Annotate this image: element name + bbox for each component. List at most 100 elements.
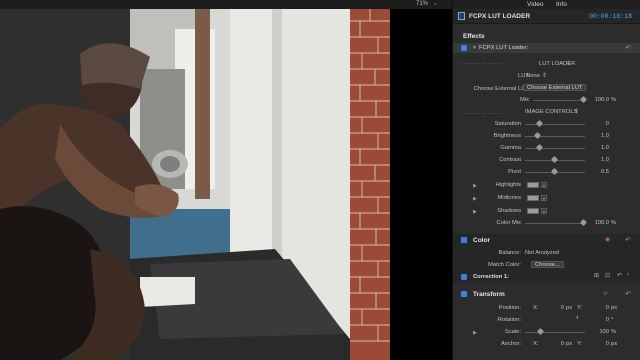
film-icon bbox=[458, 12, 465, 20]
midtones-color-swatch[interactable] bbox=[527, 195, 539, 201]
lut-select[interactable]: None bbox=[526, 73, 540, 79]
zoom-level[interactable]: 71% bbox=[416, 1, 428, 7]
midtones-label: Midtones bbox=[497, 195, 521, 201]
divider bbox=[461, 113, 501, 114]
position-y-value[interactable]: 0 bbox=[593, 305, 609, 311]
balance-value: Not Analyzed bbox=[525, 250, 560, 256]
gamma-thumb[interactable] bbox=[535, 143, 544, 152]
rotation-value[interactable]: 0 bbox=[593, 317, 609, 323]
color-mix-value[interactable]: 100.0 bbox=[589, 220, 609, 226]
mix-value[interactable]: 100.0 bbox=[589, 97, 609, 103]
balance-label: Balance: bbox=[498, 250, 521, 256]
onscreen-controls-icon[interactable]: ⊹ bbox=[603, 290, 608, 297]
contrast-label: Contrast bbox=[499, 157, 521, 163]
position-y-unit: px bbox=[611, 305, 618, 311]
position-label: Position: bbox=[498, 305, 521, 311]
position-x-label: X: bbox=[533, 305, 539, 311]
position-x-unit: px bbox=[566, 305, 573, 311]
tab-video[interactable]: Video bbox=[527, 1, 544, 8]
pivot-thumb[interactable] bbox=[550, 167, 559, 176]
correction-label: Correction 1: bbox=[473, 274, 510, 280]
reset-icon[interactable]: ↶ bbox=[617, 272, 622, 279]
pivot-value[interactable]: 0.5 bbox=[589, 169, 609, 175]
gamma-slider[interactable] bbox=[525, 148, 585, 149]
mix-unit: % bbox=[610, 97, 616, 103]
effects-section: Effects ▼ FCPX LUT Loader: ↶ LUT LOADER … bbox=[453, 33, 640, 231]
anchor-x-value[interactable]: 0 bbox=[548, 341, 564, 347]
match-color-choose-button[interactable]: Choose... bbox=[531, 261, 564, 268]
scale-thumb[interactable] bbox=[536, 327, 545, 336]
plugin-enable-checkbox[interactable] bbox=[461, 45, 467, 51]
position-y-label: Y: bbox=[577, 305, 583, 311]
video-frame bbox=[0, 9, 390, 360]
transform-section: Transform ⊹ ↶ Position: X: 0 px Y: 0 px … bbox=[453, 290, 640, 360]
reset-icon[interactable]: ↶ bbox=[625, 290, 631, 298]
color-enable-checkbox[interactable] bbox=[461, 237, 467, 243]
reset-icon[interactable]: ↶ bbox=[625, 44, 631, 52]
choose-lut-label: Choose External LUT bbox=[473, 86, 529, 92]
clip-header: FCPX LUT LOADER 00:00:18:18 bbox=[453, 9, 640, 24]
choose-lut-button[interactable]: Choose External LUT bbox=[523, 84, 587, 91]
rotation-dial-icon[interactable]: ◐ bbox=[576, 315, 580, 321]
shadows-label: Shadows bbox=[497, 208, 521, 214]
correction-options-icon[interactable]: ⊡ bbox=[605, 272, 610, 279]
color-title: Color bbox=[473, 237, 490, 244]
viewer-toolbar: 71% ⌄ bbox=[0, 0, 452, 9]
rotation-label: Rotation: bbox=[497, 317, 521, 323]
match-color-label: Match Color: bbox=[488, 262, 521, 268]
inspector-tabs: Video Info bbox=[453, 0, 640, 9]
scale-value[interactable]: 100 bbox=[593, 329, 609, 335]
chevron-down-icon[interactable]: ⌄ bbox=[433, 0, 438, 7]
transform-enable-checkbox[interactable] bbox=[461, 291, 467, 297]
scale-label: Scale: bbox=[504, 329, 521, 335]
chevron-down-icon[interactable]: ▾ bbox=[541, 208, 547, 214]
scale-unit: % bbox=[611, 329, 617, 335]
disclosure-triangle-icon[interactable]: ▼ bbox=[472, 45, 477, 51]
color-section: Color ◉ ↶ Balance: Not Analyzed Match Co… bbox=[453, 236, 640, 284]
tab-info[interactable]: Info bbox=[556, 1, 567, 8]
anchor-x-unit: px bbox=[566, 341, 573, 347]
stepper-icon[interactable]: ⇕ bbox=[574, 108, 579, 115]
scale-slider[interactable] bbox=[525, 332, 585, 333]
anchor-y-label: Y: bbox=[577, 341, 583, 347]
brightness-thumb[interactable] bbox=[533, 131, 542, 140]
inspector-panel: Video Info FCPX LUT LOADER 00:00:18:18 E… bbox=[452, 0, 640, 360]
anchor-y-unit: px bbox=[611, 341, 618, 347]
highlights-label: Highlights bbox=[495, 182, 521, 188]
mix-slider-thumb[interactable] bbox=[579, 95, 588, 104]
saturation-value[interactable]: 0 bbox=[589, 121, 609, 127]
saturation-slider[interactable] bbox=[525, 124, 585, 125]
brightness-label: Brightness bbox=[493, 133, 521, 139]
reset-icon[interactable]: ↶ bbox=[625, 236, 631, 244]
contrast-value[interactable]: 1.0 bbox=[589, 157, 609, 163]
highlights-color-swatch[interactable] bbox=[527, 182, 539, 188]
mix-slider[interactable] bbox=[533, 100, 583, 101]
gamma-value[interactable]: 1.0 bbox=[589, 145, 609, 151]
chevron-right-icon[interactable]: › bbox=[627, 272, 629, 278]
pivot-label: Pivot bbox=[508, 169, 521, 175]
clip-timecode: 00:00:18:18 bbox=[589, 13, 632, 20]
saturation-label: Saturation bbox=[494, 121, 521, 127]
correction-enable-checkbox[interactable] bbox=[461, 274, 467, 280]
color-mix-slider[interactable] bbox=[525, 223, 585, 224]
brightness-value[interactable]: 1.0 bbox=[589, 133, 609, 139]
anchor-y-value[interactable]: 0 bbox=[593, 341, 609, 347]
chevron-down-icon[interactable]: ▾ bbox=[541, 182, 547, 188]
divider bbox=[461, 63, 501, 64]
lut-label: LUT bbox=[518, 73, 529, 79]
stepper-icon[interactable]: ⇕ bbox=[566, 60, 571, 67]
position-x-value[interactable]: 0 bbox=[548, 305, 564, 311]
anchor-label: Anchor: bbox=[501, 341, 521, 347]
color-wheel-icon[interactable]: ◉ bbox=[605, 236, 610, 243]
viewer: 71% ⌄ bbox=[0, 0, 452, 360]
saturation-thumb[interactable] bbox=[535, 119, 544, 128]
effects-title: Effects bbox=[463, 33, 485, 40]
plugin-name: FCPX LUT Loader: bbox=[479, 45, 529, 51]
contrast-thumb[interactable] bbox=[550, 155, 559, 164]
add-correction-icon[interactable]: ⊞ bbox=[594, 272, 599, 279]
color-mix-thumb[interactable] bbox=[579, 218, 588, 227]
shadows-color-swatch[interactable] bbox=[527, 208, 539, 214]
stepper-icon[interactable]: ⇕ bbox=[542, 72, 547, 79]
color-mix-unit: % bbox=[610, 220, 616, 226]
chevron-down-icon[interactable]: ▾ bbox=[541, 195, 547, 201]
